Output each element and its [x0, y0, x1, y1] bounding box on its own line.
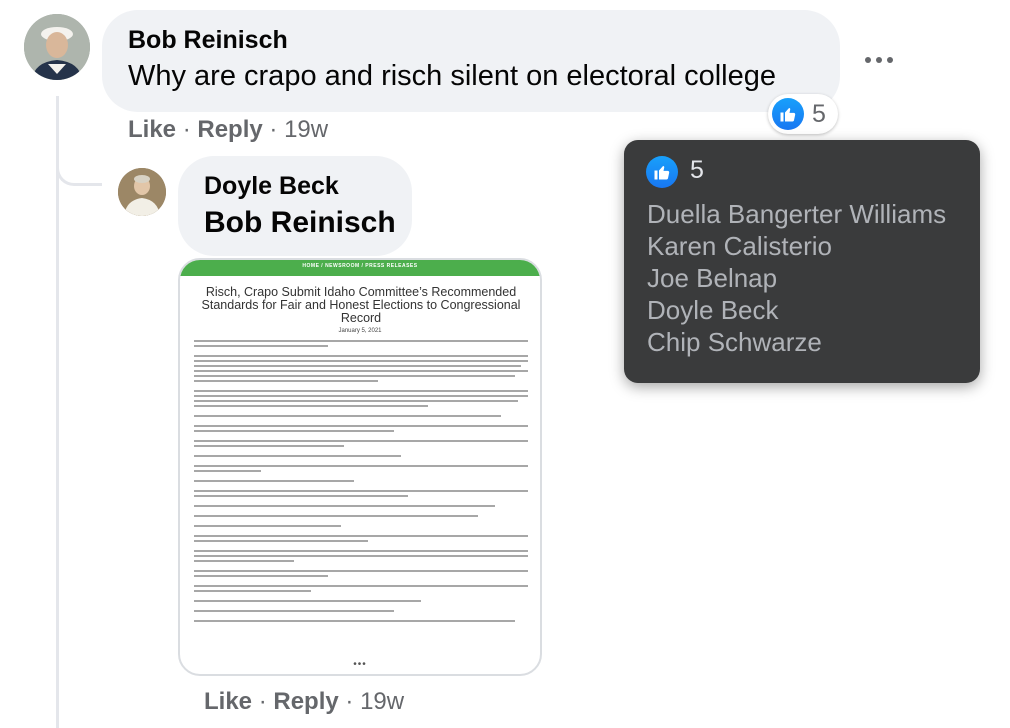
tooltip-count: 5: [690, 156, 704, 184]
doc-date: January 5, 2021: [338, 328, 382, 334]
like-button[interactable]: Like: [204, 688, 252, 715]
reply-author[interactable]: Doyle Beck: [204, 172, 339, 201]
comment-actions: Like · Reply · 19w: [128, 116, 328, 144]
separator: ·: [182, 116, 191, 143]
attached-image[interactable]: HOME / NEWSROOM / PRESS RELEASES Risch, …: [178, 258, 542, 676]
reaction-count: 5: [812, 100, 826, 128]
comment-text: Why are crapo and risch silent on electo…: [128, 60, 776, 92]
reactor-name: Joe Belnap: [647, 263, 778, 293]
thread-connector: [56, 150, 102, 186]
reactor-name: Doyle Beck: [647, 295, 779, 325]
avatar[interactable]: [24, 14, 90, 80]
separator: ·: [269, 116, 278, 143]
like-thumb-icon: [646, 156, 678, 188]
mention-link[interactable]: Bob Reinisch: [204, 206, 396, 240]
reactor-name: Duella Bangerter Williams: [647, 199, 947, 229]
reactor-name: Karen Calisterio: [647, 231, 832, 261]
avatar[interactable]: [118, 168, 166, 216]
reply-button[interactable]: Reply: [273, 688, 338, 715]
more-options-icon[interactable]: [862, 50, 896, 70]
thread-line: [56, 96, 59, 728]
doc-body-text: [194, 340, 528, 625]
comment-author[interactable]: Bob Reinisch: [128, 26, 288, 55]
doc-title: Risch, Crapo Submit Idaho Committee’s Re…: [201, 285, 521, 325]
tooltip-names: Duella Bangerter Williams Karen Calister…: [647, 198, 946, 358]
timestamp[interactable]: 19w: [284, 116, 328, 143]
separator: ·: [258, 688, 267, 715]
reply-actions: Like · Reply · 19w: [204, 688, 404, 716]
doc-more-indicator: •••: [353, 659, 367, 670]
like-button[interactable]: Like: [128, 116, 176, 143]
like-thumb-icon: [772, 98, 804, 130]
reactor-name: Chip Schwarze: [647, 327, 822, 357]
doc-breadcrumb: HOME / NEWSROOM / PRESS RELEASES: [302, 263, 418, 269]
separator: ·: [345, 688, 354, 715]
reply-button[interactable]: Reply: [197, 116, 262, 143]
timestamp[interactable]: 19w: [360, 688, 404, 715]
